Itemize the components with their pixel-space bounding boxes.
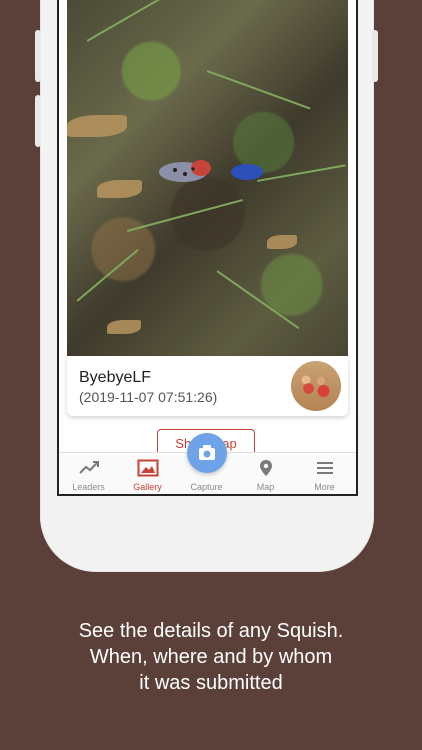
tab-map[interactable]: Map bbox=[236, 453, 295, 494]
leaf bbox=[107, 320, 141, 334]
grass-blade bbox=[256, 164, 346, 182]
grass-blade bbox=[76, 248, 139, 302]
grass-blade bbox=[216, 270, 300, 330]
screen-bezel bbox=[57, 494, 358, 496]
phone-side-button bbox=[372, 30, 378, 82]
lanternfly-icon bbox=[159, 160, 263, 182]
tab-leaders[interactable]: Leaders bbox=[59, 453, 118, 494]
timestamp: (2019-11-07 07:51:26) bbox=[79, 389, 218, 405]
screen-bezel bbox=[356, 0, 358, 494]
tab-more[interactable]: More bbox=[295, 453, 354, 494]
tab-label: Leaders bbox=[72, 482, 105, 492]
tab-label: More bbox=[314, 482, 335, 492]
tab-label: Gallery bbox=[133, 482, 162, 492]
menu-icon bbox=[316, 462, 333, 474]
grass-blade bbox=[86, 0, 166, 42]
map-pin-icon bbox=[259, 460, 272, 476]
tab-gallery[interactable]: Gallery bbox=[118, 453, 177, 494]
avatar[interactable] bbox=[291, 361, 341, 411]
post-info-card: ByebyeLF (2019-11-07 07:51:26) bbox=[67, 356, 348, 416]
caption-line: See the details of any Squish. bbox=[78, 620, 344, 642]
phone-side-button bbox=[35, 30, 41, 82]
leaf bbox=[267, 235, 297, 249]
grass-blade bbox=[126, 198, 244, 232]
squish-photo[interactable] bbox=[67, 0, 348, 356]
phone-side-button bbox=[35, 95, 41, 147]
promo-caption: See the details of any Squish. When, whe… bbox=[0, 618, 422, 696]
gallery-icon bbox=[137, 459, 158, 477]
caption-line: it was submitted bbox=[139, 672, 283, 694]
tab-label: Map bbox=[256, 482, 275, 492]
app-screen: ByebyeLF (2019-11-07 07:51:26) Show Map … bbox=[59, 0, 356, 494]
trending-up-icon bbox=[78, 461, 99, 474]
leaf bbox=[67, 115, 127, 137]
leaf bbox=[97, 180, 142, 198]
username[interactable]: ByebyeLF bbox=[79, 369, 151, 387]
camera-icon bbox=[199, 445, 215, 460]
tab-label: Capture bbox=[190, 482, 223, 492]
grass-blade bbox=[206, 70, 311, 110]
caption-line: When, where and by whom bbox=[89, 646, 333, 668]
capture-button[interactable] bbox=[187, 433, 227, 473]
